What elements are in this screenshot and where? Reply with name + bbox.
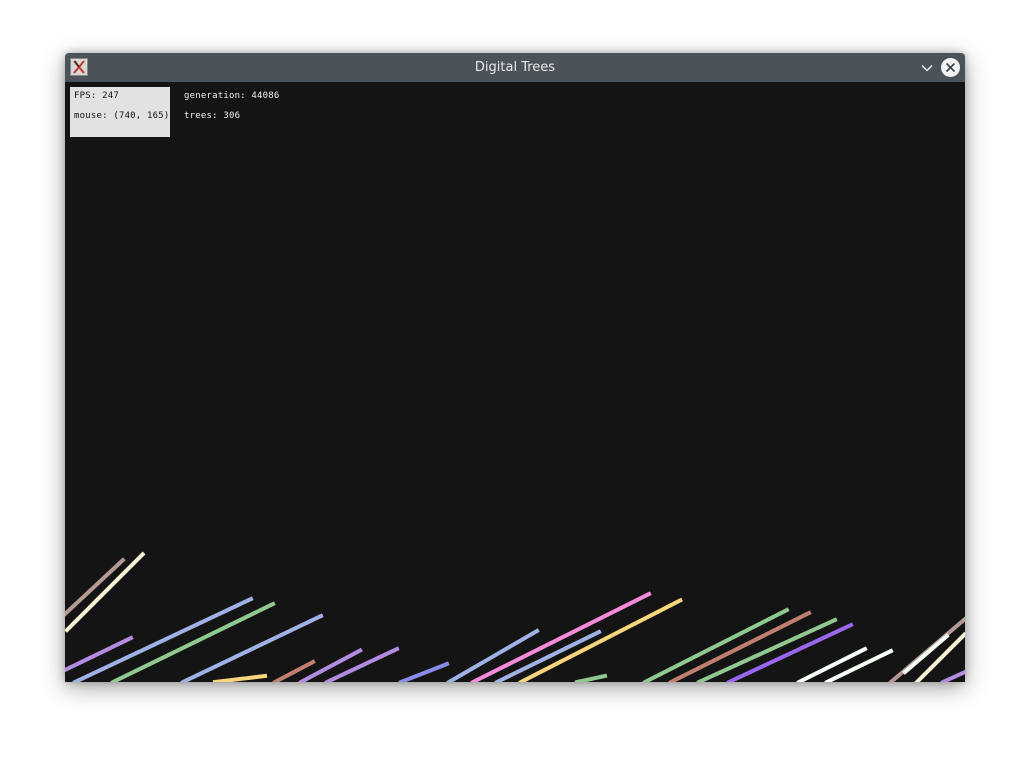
trees-layer [65, 551, 965, 682]
tree-branch [298, 647, 364, 682]
close-icon [945, 62, 956, 73]
tree-branch [824, 648, 894, 682]
tree-branch [65, 551, 146, 633]
close-button[interactable] [941, 58, 960, 77]
tree-branch [470, 591, 652, 682]
tree-branch [65, 635, 134, 673]
app-icon [70, 58, 88, 76]
tree-branch [180, 613, 324, 682]
tree-branch [110, 601, 276, 682]
simulation-canvas[interactable]: FPS: 247 mouse: (740, 165) generation: 4… [65, 82, 965, 682]
tree-branch [518, 597, 684, 682]
app-window: Digital Trees FPS: 247 mouse: (740, 165)… [65, 53, 965, 682]
tree-branch [324, 646, 400, 682]
tree-branch [574, 673, 608, 682]
tree-branch [398, 661, 450, 682]
tree-branch [494, 629, 602, 682]
tree-branch [902, 633, 950, 675]
tree-branch [642, 607, 790, 682]
tree-branch [726, 622, 854, 682]
window-title: Digital Trees [474, 60, 556, 75]
chevron-down-icon [920, 64, 933, 72]
tree-branch [940, 669, 965, 682]
title-bar[interactable]: Digital Trees [65, 53, 965, 82]
tree-branch [668, 610, 812, 682]
minimize-button[interactable] [917, 58, 936, 77]
tree-branch [212, 673, 268, 682]
tree-branch [796, 646, 868, 682]
tree-branch [65, 557, 126, 617]
tree-branch [72, 596, 254, 682]
